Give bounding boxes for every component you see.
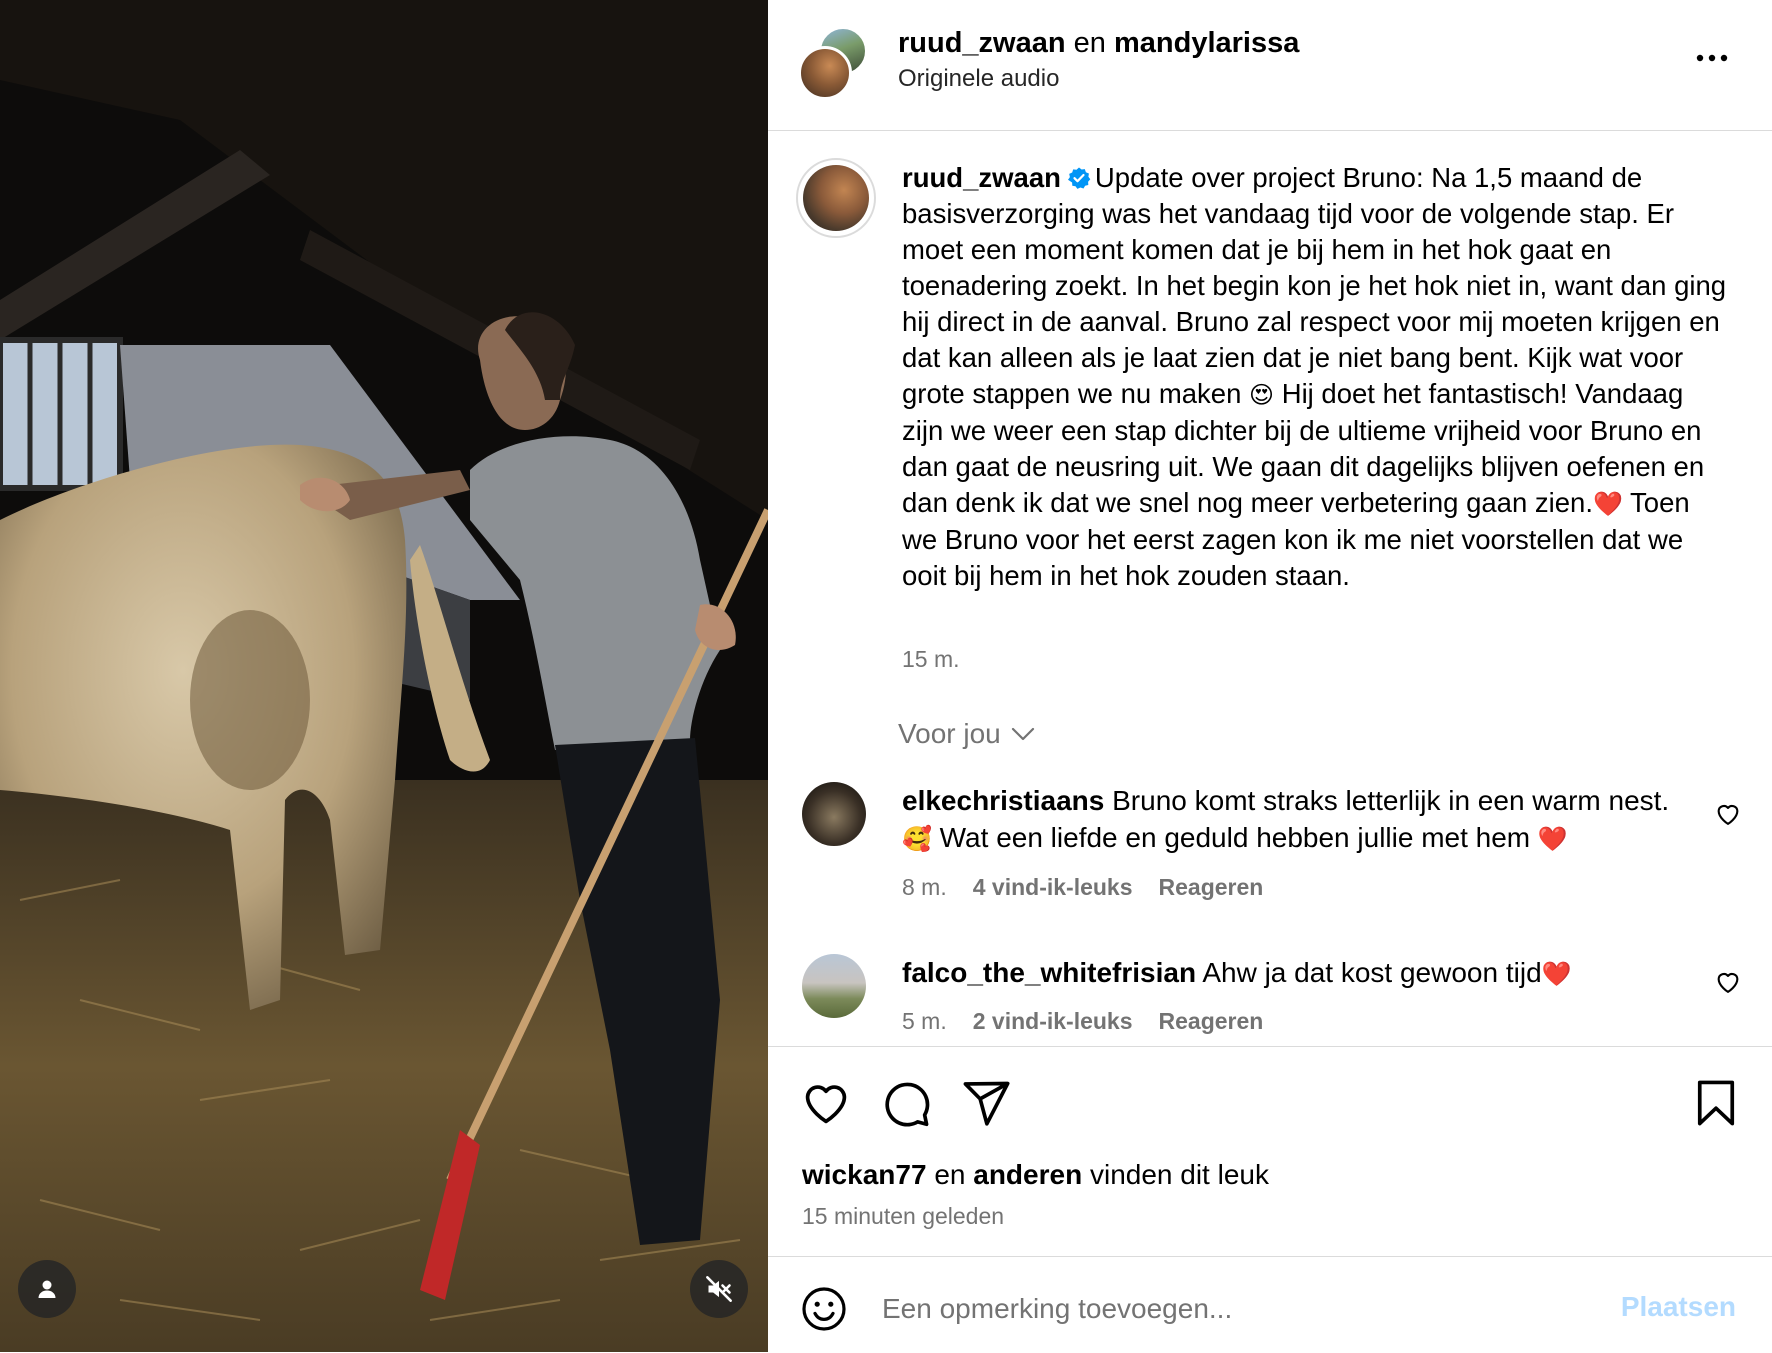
avatar[interactable] <box>802 954 866 1018</box>
reply-button[interactable]: Reageren <box>1159 874 1264 901</box>
comment-meta: 5 m. 2 vind-ik-leuks Reageren <box>902 1008 1263 1035</box>
avatar[interactable] <box>802 782 866 846</box>
post-details-panel: ruud_zwaan en mandylarissa Originele aud… <box>768 0 1772 1352</box>
add-comment-bar: Plaatsen <box>768 1256 1772 1353</box>
username-link[interactable]: ruud_zwaan <box>898 27 1066 59</box>
more-options-button[interactable] <box>1692 38 1732 78</box>
muted-icon <box>706 1276 732 1302</box>
post-caption: ruud_zwaan Update over project Bruno: Na … <box>902 160 1732 594</box>
post-comment-button[interactable]: Plaatsen <box>1621 1291 1736 1323</box>
comment-text: elkechristiaans Bruno komt straks letter… <box>902 785 1670 853</box>
username-link[interactable]: wickan77 <box>802 1159 927 1190</box>
share-icon[interactable] <box>960 1077 1012 1129</box>
barn-video-frame <box>0 0 768 1352</box>
tagged-users-button[interactable] <box>18 1260 76 1318</box>
likes-summary: wickan77 en anderen vinden dit leuk <box>802 1159 1269 1190</box>
chevron-down-icon <box>1011 727 1034 741</box>
username-link[interactable]: ruud_zwaan <box>902 162 1061 193</box>
comment-input[interactable] <box>880 1283 1584 1335</box>
emoji: ❤️ <box>1593 490 1623 518</box>
post-timestamp[interactable]: 15 minuten geleden <box>802 1203 1004 1230</box>
sort-label: Voor jou <box>898 718 1001 749</box>
username-link[interactable]: mandylarissa <box>1114 27 1299 59</box>
emoji: 😍 <box>1249 381 1275 409</box>
comment-likes-count[interactable]: 2 vind-ik-leuks <box>973 1008 1133 1035</box>
emoji-icon[interactable] <box>800 1285 848 1333</box>
heart-icon[interactable] <box>800 1077 852 1129</box>
comment-text: falco_the_whitefrisian Ahw ja dat kost g… <box>902 957 1572 988</box>
reply-button[interactable]: Reageren <box>1159 1008 1264 1035</box>
comment-time[interactable]: 5 m. <box>902 1008 947 1035</box>
verified-icon <box>1067 167 1091 189</box>
unmute-button[interactable] <box>690 1260 748 1318</box>
more-icon <box>1696 54 1728 62</box>
avatar[interactable] <box>796 158 876 238</box>
comment-likes-count[interactable]: 4 vind-ik-leuks <box>973 874 1133 901</box>
username-link[interactable]: falco_the_whitefrisian <box>902 957 1196 988</box>
joiner-text: en <box>1073 27 1106 59</box>
heart-icon[interactable] <box>1714 800 1742 828</box>
heart-icon[interactable] <box>1714 968 1742 996</box>
comment-icon[interactable] <box>880 1077 932 1129</box>
caption-timestamp[interactable]: 15 m. <box>902 646 960 673</box>
likes-others-link[interactable]: anderen <box>973 1159 1082 1190</box>
bookmark-icon[interactable] <box>1690 1077 1742 1129</box>
audio-link[interactable]: Originele audio <box>898 64 1059 94</box>
comment-meta: 8 m. 4 vind-ik-leuks Reageren <box>902 874 1263 901</box>
post-header: ruud_zwaan en mandylarissa Originele aud… <box>768 0 1772 131</box>
caption-text: Update over project Bruno: Na 1,5 maand … <box>902 162 1727 409</box>
comments-sort-dropdown[interactable]: Voor jou <box>898 718 1035 750</box>
user-tag-icon <box>38 1280 56 1298</box>
comment-time[interactable]: 8 m. <box>902 874 947 901</box>
collab-avatars[interactable] <box>798 26 868 100</box>
avatar <box>798 46 852 100</box>
collab-usernames: ruud_zwaan en mandylarissa <box>898 26 1299 60</box>
post-media-video[interactable] <box>0 0 768 1352</box>
username-link[interactable]: elkechristiaans <box>902 785 1104 816</box>
